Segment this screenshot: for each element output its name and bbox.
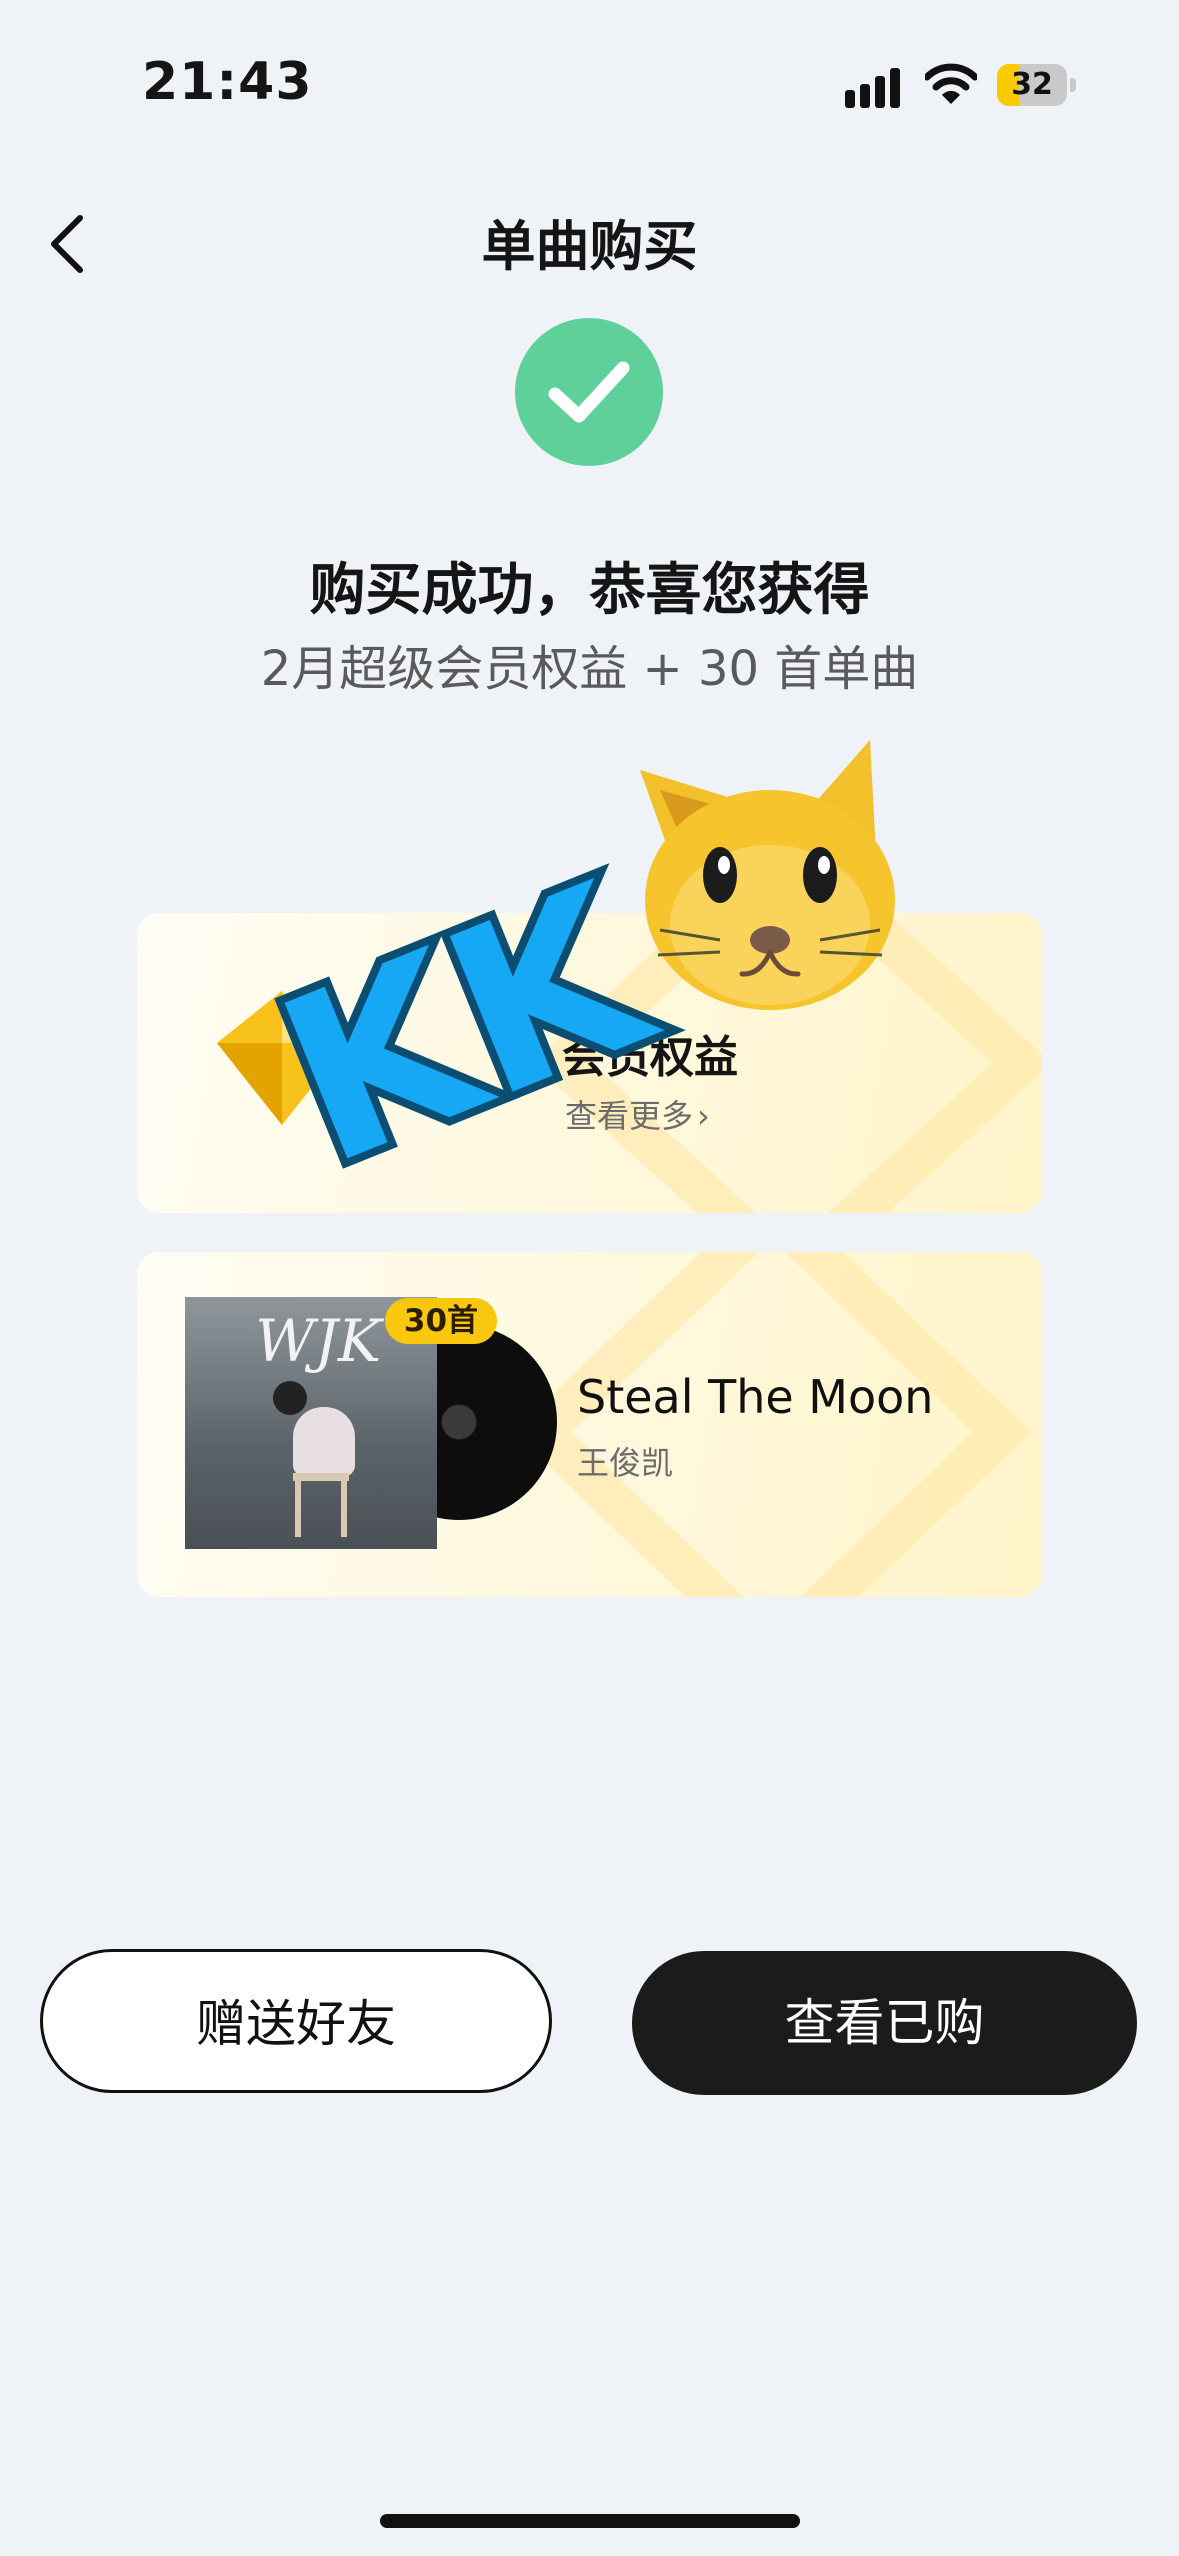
song-artist: 王俊凯 <box>577 1444 674 1482</box>
battery-icon: 32 <box>997 64 1077 108</box>
home-indicator[interactable] <box>380 2514 800 2528</box>
song-title: Steal The Moon <box>577 1370 934 1424</box>
page-title: 单曲购买 <box>481 215 698 278</box>
battery-level: 32 <box>1011 67 1053 102</box>
song-count-badge: 30首 <box>385 1298 497 1344</box>
success-title: 购买成功，恭喜您获得 <box>309 558 870 623</box>
song-card[interactable]: WJK 30首 Steal The Moon 王俊凯 <box>137 1252 1042 1597</box>
status-time: 21:43 <box>142 52 313 112</box>
cellular-signal-icon <box>845 68 900 108</box>
cat-face-icon <box>640 740 895 1010</box>
gift-to-friend-button[interactable]: 赠送好友 <box>40 1949 552 2093</box>
card-diamond-decoration <box>513 1252 1031 1597</box>
success-subtitle: 2月超级会员权益 + 30 首单曲 <box>260 641 919 697</box>
view-purchased-button[interactable]: 查看已购 <box>632 1951 1137 2095</box>
cover-lettering: WJK <box>255 1307 382 1375</box>
chevron-right-icon: › <box>697 1097 710 1135</box>
wifi-icon <box>925 63 977 104</box>
success-check-icon <box>515 318 663 466</box>
